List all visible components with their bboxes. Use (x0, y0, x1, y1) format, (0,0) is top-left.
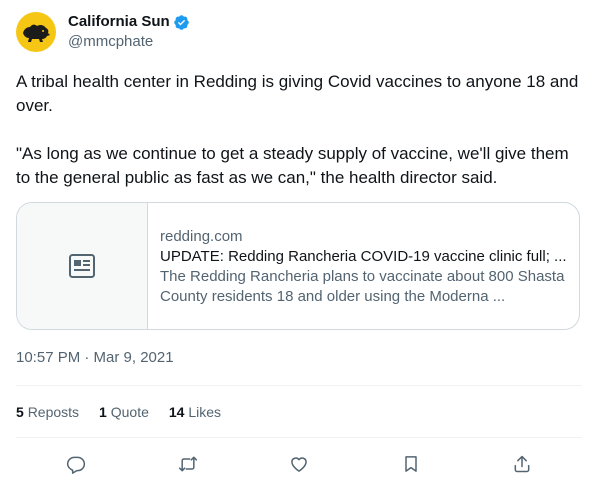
bookmark-icon (404, 456, 417, 472)
verified-badge-icon (173, 14, 189, 30)
card-title: UPDATE: Redding Rancheria COVID-19 vacci… (160, 248, 567, 265)
quotes-stat[interactable]: 1 Quote (99, 402, 149, 422)
tweet-text: A tribal health center in Redding is giv… (16, 70, 586, 190)
avatar[interactable] (16, 12, 56, 52)
card-description: The Redding Rancheria plans to vaccinate… (160, 268, 565, 305)
reply-icon (66, 456, 86, 474)
repost-icon (178, 456, 197, 472)
article-icon (69, 254, 95, 278)
likes-label: Likes (188, 404, 222, 420)
like-button[interactable] (285, 450, 313, 478)
tweet-header: California Sun @mmcphate (16, 12, 190, 52)
handle[interactable]: @mmcphate (68, 32, 190, 52)
reply-button[interactable] (62, 450, 90, 478)
card-domain: redding.com (160, 228, 243, 245)
quotes-count: 1 (99, 404, 107, 420)
share-button[interactable] (508, 450, 536, 478)
divider (16, 437, 582, 438)
tweet-paragraph: A tribal health center in Redding is giv… (16, 72, 579, 115)
bookmark-button[interactable] (397, 450, 425, 478)
repost-button[interactable] (174, 450, 202, 478)
tweet-timestamp[interactable]: 10:57 PM · Mar 9, 2021 (16, 348, 174, 368)
quotes-label: Quote (110, 404, 149, 420)
tweet-paragraph: "As long as we continue to get a steady … (16, 144, 569, 187)
card-thumbnail (17, 203, 148, 329)
card-body: redding.com UPDATE: Redding Rancheria CO… (148, 203, 579, 329)
like-icon (291, 457, 307, 472)
bear-logo-icon (23, 24, 50, 42)
share-icon (514, 455, 530, 473)
engagement-stats: 5 Reposts 1 Quote 14 Likes (16, 402, 241, 422)
reposts-stat[interactable]: 5 Reposts (16, 402, 79, 422)
display-name[interactable]: California Sun (68, 12, 170, 32)
author-names: California Sun @mmcphate (68, 12, 190, 52)
likes-count: 14 (168, 404, 185, 420)
reposts-label: Reposts (27, 404, 80, 420)
display-name-row: California Sun (68, 12, 190, 32)
divider (16, 385, 582, 386)
likes-stat[interactable]: 14 Likes (169, 402, 221, 422)
action-bar (16, 448, 582, 480)
reposts-count: 5 (16, 404, 24, 420)
link-preview-card[interactable]: redding.com UPDATE: Redding Rancheria CO… (16, 202, 580, 330)
